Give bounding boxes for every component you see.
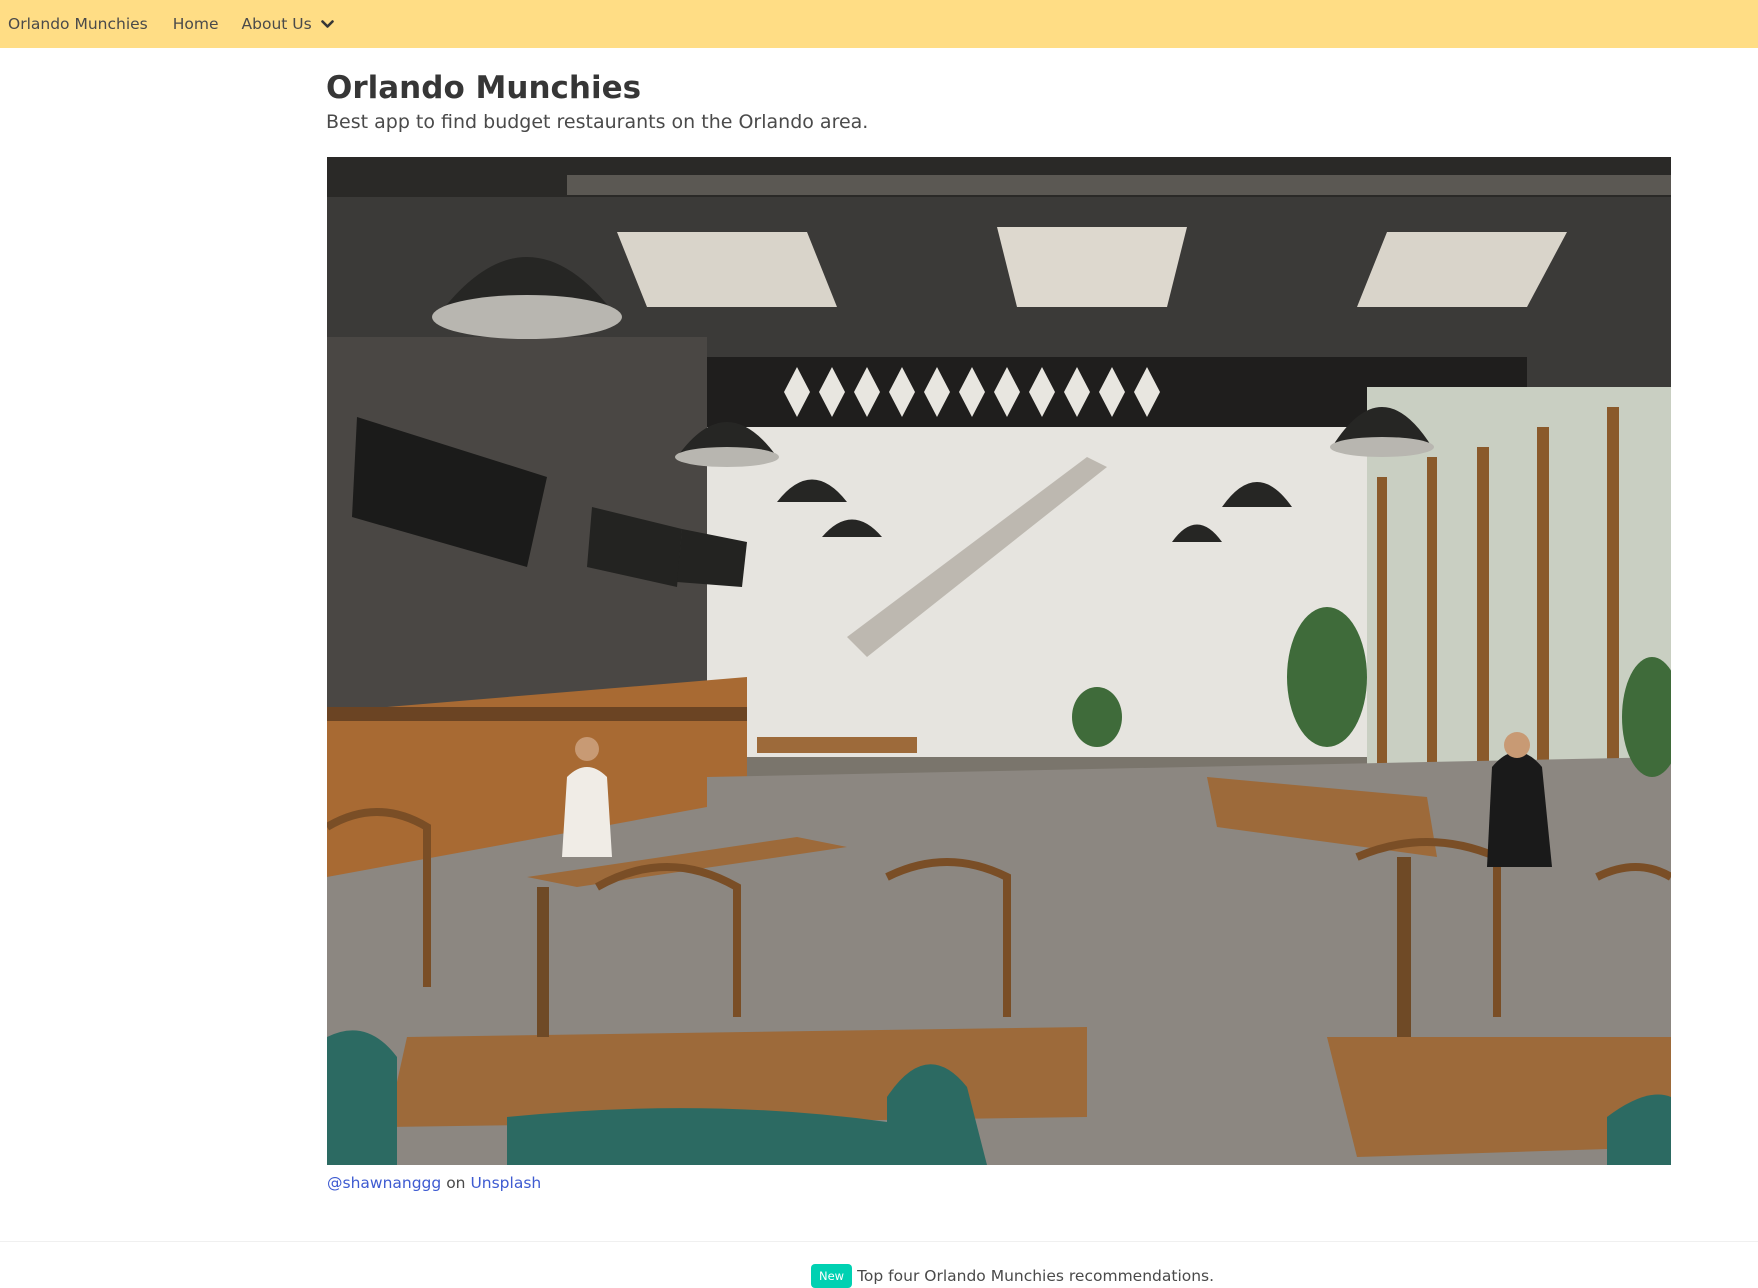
- nav-about-label: About Us: [241, 15, 312, 33]
- chevron-down-icon: [320, 19, 334, 29]
- page-subtitle: Best app to find budget restaurants on t…: [326, 111, 869, 133]
- section-divider: [0, 1241, 1758, 1242]
- page-title: Orlando Munchies: [326, 70, 642, 106]
- nav-about-dropdown[interactable]: About Us: [231, 0, 345, 48]
- recommendations-notice: New Top four Orlando Munchies recommenda…: [811, 1264, 1214, 1288]
- top-navbar: Orlando Munchies Home About Us: [0, 0, 1758, 48]
- new-tag: New: [811, 1264, 853, 1288]
- navbar-brand[interactable]: Orlando Munchies: [0, 0, 161, 48]
- photo-credit: @shawnanggg on Unsplash: [327, 1174, 541, 1192]
- recommendations-text: Top four Orlando Munchies recommendation…: [857, 1267, 1215, 1285]
- credit-joiner: on: [446, 1174, 466, 1192]
- photo-author-link[interactable]: @shawnanggg: [327, 1174, 441, 1192]
- unsplash-link[interactable]: Unsplash: [470, 1174, 541, 1192]
- nav-home-link[interactable]: Home: [161, 0, 231, 48]
- restaurant-photo: [327, 157, 1671, 1165]
